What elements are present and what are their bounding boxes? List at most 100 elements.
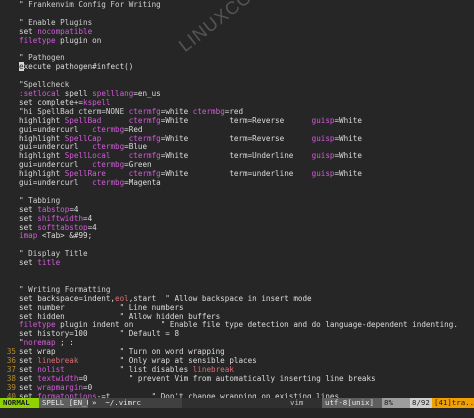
code-token: " Pathogen bbox=[19, 53, 65, 63]
whitespace-warning: [41]tra... bbox=[432, 398, 474, 408]
code-line[interactable] bbox=[0, 188, 474, 197]
code-token: linebreak bbox=[192, 364, 234, 374]
code-token: set wrap " Turn on word wrapping bbox=[19, 347, 225, 357]
code-line[interactable]: gui=undercurl ctermbg=Magenta bbox=[0, 178, 474, 188]
code-token: =4 bbox=[69, 204, 79, 214]
code-token: =White bbox=[334, 115, 362, 125]
code-token: =White term=underline bbox=[160, 169, 312, 179]
code-token: kspell bbox=[83, 97, 111, 107]
code-line[interactable]: set title bbox=[0, 258, 474, 268]
code-token: =Red bbox=[124, 124, 143, 134]
code-line[interactable] bbox=[0, 72, 474, 81]
code-token: ctermfg bbox=[128, 115, 161, 125]
code-line[interactable] bbox=[0, 268, 474, 277]
status-line: NORMAL SPELL [EN_US] » ~/.vimrc vim utf-… bbox=[0, 398, 474, 408]
encoding-indicator: utf-8[unix] bbox=[322, 398, 383, 408]
code-token: set bbox=[19, 213, 38, 223]
code-token: wrapmargin bbox=[37, 382, 84, 392]
code-token: =0 " prevent Vim from automatically inse… bbox=[78, 373, 376, 383]
code-token: gui=undercurl bbox=[19, 160, 93, 170]
code-token: =White bbox=[334, 151, 362, 161]
code-token: highlight bbox=[19, 151, 65, 161]
line-text: gui=undercurl ctermbg=Magenta bbox=[19, 178, 161, 188]
code-token: ctermbg bbox=[192, 106, 225, 116]
code-token: =white bbox=[160, 106, 193, 116]
code-token: ctermfg bbox=[128, 106, 161, 116]
code-token: =Magenta bbox=[124, 178, 161, 187]
cursor-position: 8/92 bbox=[410, 398, 435, 408]
code-token: =Blue bbox=[124, 142, 148, 152]
code-token: " Display Title bbox=[19, 249, 88, 259]
code-token: set bbox=[19, 382, 38, 392]
code-token: set bbox=[19, 364, 38, 374]
code-token: noremap bbox=[23, 338, 56, 348]
code-token: filetype bbox=[19, 35, 56, 45]
code-token: "Spellcheck bbox=[19, 80, 70, 90]
code-token: filetype bbox=[19, 320, 56, 330]
code-token: SpellRare bbox=[64, 169, 106, 179]
code-token: guisp bbox=[311, 169, 335, 179]
code-token: plugin on bbox=[55, 35, 102, 45]
spell-indicator: SPELL [EN_US] bbox=[39, 398, 100, 408]
code-token: ctermbg bbox=[92, 160, 125, 170]
editor-buffer[interactable]: " Frankenvim Config For Writing " Enable … bbox=[0, 0, 474, 398]
filetype-indicator: vim bbox=[290, 398, 304, 407]
code-token: =0 bbox=[83, 382, 93, 392]
code-token: textwidth bbox=[37, 373, 79, 383]
code-token: " Writing Formatting bbox=[19, 284, 111, 294]
scroll-percent: 8% bbox=[382, 398, 412, 408]
code-token: gui=undercurl bbox=[19, 142, 93, 152]
code-token: set hidden " Allow hidden buffers bbox=[19, 311, 221, 321]
code-token: nolist bbox=[37, 364, 65, 374]
code-token: shiftwidth bbox=[37, 213, 84, 223]
command-line[interactable] bbox=[0, 408, 474, 418]
code-token: highlight bbox=[19, 115, 65, 125]
code-token: :setlocal bbox=[19, 89, 61, 98]
code-token: "hi SpellBad cterm=NONE bbox=[19, 106, 129, 116]
code-token: title bbox=[37, 258, 61, 268]
code-line[interactable]: " Frankenvim Config For Writing bbox=[0, 0, 474, 10]
code-token: set number " Line numbers bbox=[19, 302, 184, 312]
code-token: softtabstop bbox=[37, 222, 88, 232]
code-line[interactable]: filetype plugin on bbox=[0, 35, 474, 46]
code-token: guisp bbox=[311, 115, 335, 125]
code-token: =White term=Reverse bbox=[160, 133, 312, 143]
code-token: highlight bbox=[19, 169, 65, 179]
code-token: <Tab> &#99; bbox=[37, 231, 93, 241]
code-token: =red bbox=[224, 106, 244, 116]
code-token: set backspace=indent, bbox=[19, 293, 116, 303]
code-token: =White bbox=[334, 169, 362, 179]
code-token: set bbox=[19, 356, 38, 365]
code-line[interactable]: execute pathogen#infect() bbox=[0, 62, 474, 72]
code-token: imap bbox=[19, 231, 38, 241]
code-token: set bbox=[19, 26, 38, 36]
code-token: " Enable Plugins bbox=[19, 17, 93, 27]
code-line[interactable]: imap <Tab> &#99; bbox=[0, 231, 474, 241]
code-token: ctermbg bbox=[92, 142, 125, 152]
code-token: spell bbox=[60, 89, 93, 98]
code-token: plugin indent on " Enable file type dete… bbox=[55, 320, 458, 330]
code-token: linebreak bbox=[37, 356, 79, 365]
code-token: eol bbox=[115, 293, 129, 303]
code-token: highlight bbox=[19, 133, 65, 143]
code-token: set bbox=[19, 204, 38, 214]
code-token: =4 bbox=[87, 222, 97, 232]
code-token: nocompatible bbox=[37, 26, 93, 36]
file-name: » ~/.vimrc bbox=[88, 398, 182, 408]
code-token: guisp bbox=[311, 151, 335, 161]
line-text: set title bbox=[19, 258, 61, 268]
code-token: " Frankenvim Config For Writing bbox=[19, 0, 161, 9]
code-token: ctermfg bbox=[128, 151, 161, 161]
code-line[interactable]: " Display Title bbox=[0, 249, 474, 259]
code-token: =White term=Reverse bbox=[160, 115, 312, 125]
code-token: set history=100 " Default = 8 bbox=[19, 329, 180, 339]
code-token: spelllang bbox=[92, 89, 134, 98]
code-line[interactable] bbox=[0, 46, 474, 55]
code-token: ctermfg bbox=[128, 133, 161, 143]
code-token: =4 bbox=[83, 213, 93, 223]
code-token: ctermfg bbox=[128, 169, 161, 179]
